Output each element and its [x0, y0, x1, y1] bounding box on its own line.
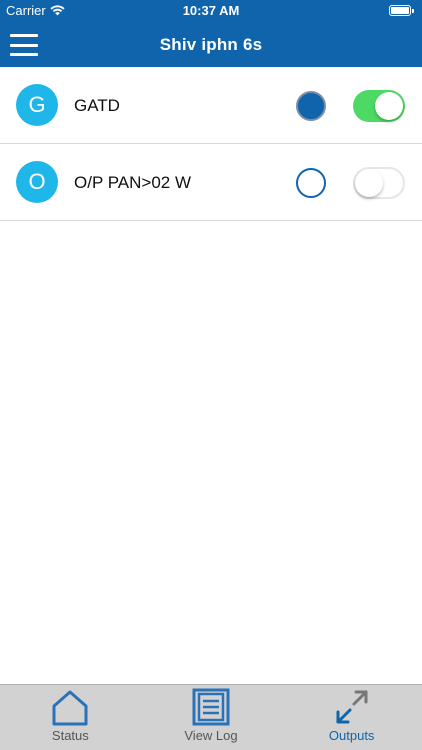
toggle-knob: [375, 92, 403, 120]
output-toggle[interactable]: [353, 167, 405, 199]
output-initial-avatar: G: [16, 84, 58, 126]
battery-icon: [389, 5, 414, 16]
log-icon: [192, 688, 230, 726]
tab-label: Status: [51, 728, 89, 743]
status-bar: Carrier 10:37 AM: [0, 0, 422, 22]
home-icon: [52, 690, 88, 726]
expand-arrows-icon: [336, 690, 368, 724]
output-state-indicator: [296, 91, 326, 121]
output-toggle[interactable]: [353, 90, 405, 122]
output-initial-avatar: O: [16, 161, 58, 203]
output-row: O O/P PAN>02 W: [0, 144, 422, 221]
tab-status[interactable]: Status: [0, 685, 141, 750]
output-row: G GATD: [0, 67, 422, 144]
output-list: G GATD O O/P PAN>02 W: [0, 67, 422, 221]
header: Carrier 10:37 AM Shiv iphn 6s: [0, 0, 422, 67]
output-label: GATD: [74, 96, 120, 115]
nav-bar: Shiv iphn 6s: [0, 22, 422, 67]
tab-label: Outputs: [328, 728, 375, 743]
tab-bar: Status View Log Outputs: [0, 684, 422, 750]
status-time: 10:37 AM: [182, 3, 240, 18]
page-title: Shiv iphn 6s: [159, 35, 263, 54]
tab-outputs[interactable]: Outputs: [281, 685, 422, 750]
tab-view-log[interactable]: View Log: [141, 685, 282, 750]
output-state-indicator: [296, 168, 326, 198]
output-label: O/P PAN>02 W: [74, 173, 191, 192]
tab-label: View Log: [184, 728, 238, 743]
toggle-knob: [355, 169, 383, 197]
